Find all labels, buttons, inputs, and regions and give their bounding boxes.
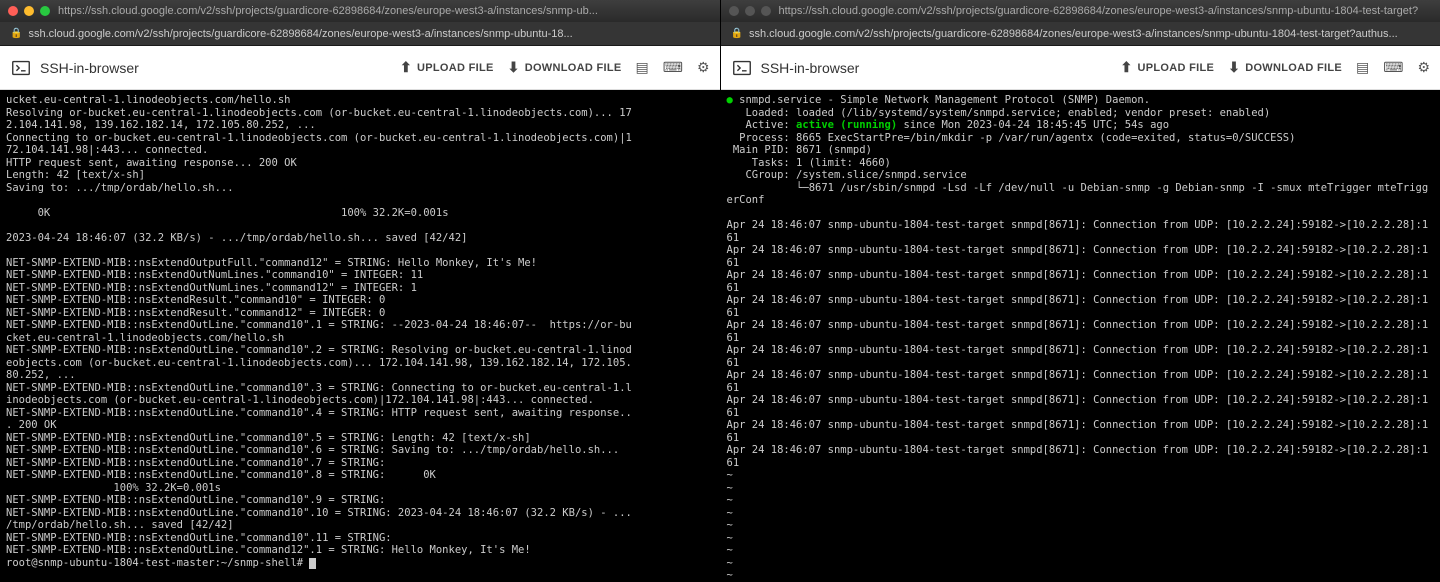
active-status: active (running) [796, 119, 897, 131]
download-icon: ⬇ [1228, 59, 1240, 76]
terminal-window-left: https://ssh.cloud.google.com/v2/ssh/proj… [0, 0, 721, 582]
upload-file-button-left[interactable]: ⬆ UPLOAD FILE [400, 59, 494, 76]
cursor-icon [309, 558, 316, 569]
download-file-button-right[interactable]: ⬇ DOWNLOAD FILE [1228, 59, 1342, 76]
close-icon[interactable] [729, 6, 739, 16]
titlebar-left: https://ssh.cloud.google.com/v2/ssh/proj… [0, 0, 720, 22]
upload-icon: ⬆ [400, 59, 412, 76]
ssh-brand-label-right: SSH-in-browser [761, 60, 860, 76]
download-icon: ⬇ [508, 59, 520, 76]
shell-icon [10, 57, 32, 79]
gear-icon[interactable]: ⚙ [1417, 59, 1430, 76]
addrbar-right[interactable]: 🔒 ssh.cloud.google.com/v2/ssh/projects/g… [721, 22, 1440, 46]
upload-label-right: UPLOAD FILE [1138, 62, 1215, 74]
download-label-left: DOWNLOAD FILE [525, 62, 622, 74]
window-controls-right[interactable] [729, 6, 771, 16]
lock-icon: 🔒 [731, 28, 743, 39]
addrbar-left[interactable]: 🔒 ssh.cloud.google.com/v2/ssh/projects/g… [0, 22, 720, 46]
lock-icon: 🔒 [10, 28, 22, 39]
window-controls-left[interactable] [8, 6, 50, 16]
download-label-right: DOWNLOAD FILE [1245, 62, 1342, 74]
terminal-output-left: ucket.eu-central-1.linodeobjects.com/hel… [6, 94, 632, 556]
close-icon[interactable] [8, 6, 18, 16]
gear-icon[interactable]: ⚙ [697, 59, 710, 76]
upload-icon: ⬆ [1121, 59, 1133, 76]
minimize-icon[interactable] [745, 6, 755, 16]
keyboard-icon[interactable]: ⌨ [663, 59, 683, 76]
terminal-prompt-left: root@snmp-ubuntu-1804-test-master:~/snmp… [6, 557, 309, 569]
terminal-right[interactable]: ● snmpd.service - Simple Network Managem… [721, 90, 1440, 582]
toolbar-left: SSH-in-browser ⬆ UPLOAD FILE ⬇ DOWNLOAD … [0, 46, 720, 90]
terminal-left[interactable]: ucket.eu-central-1.linodeobjects.com/hel… [0, 90, 720, 582]
minimize-icon[interactable] [24, 6, 34, 16]
address-text-right: ssh.cloud.google.com/v2/ssh/projects/gua… [749, 28, 1430, 40]
window-title-right: https://ssh.cloud.google.com/v2/ssh/proj… [779, 5, 1433, 17]
maximize-icon[interactable] [761, 6, 771, 16]
upload-file-button-right[interactable]: ⬆ UPLOAD FILE [1121, 59, 1215, 76]
upload-label-left: UPLOAD FILE [417, 62, 494, 74]
titlebar-right: https://ssh.cloud.google.com/v2/ssh/proj… [721, 0, 1440, 22]
keyboard-icon[interactable]: ⌨ [1383, 59, 1403, 76]
ssh-brand-right: SSH-in-browser [731, 57, 1121, 79]
toolbar-right: SSH-in-browser ⬆ UPLOAD FILE ⬇ DOWNLOAD … [721, 46, 1440, 90]
shell-icon [731, 57, 753, 79]
feedback-icon[interactable]: ▤ [1356, 59, 1369, 76]
download-file-button-left[interactable]: ⬇ DOWNLOAD FILE [508, 59, 622, 76]
feedback-icon[interactable]: ▤ [635, 59, 648, 76]
maximize-icon[interactable] [40, 6, 50, 16]
ssh-brand-label-left: SSH-in-browser [40, 60, 139, 76]
ssh-brand-left: SSH-in-browser [10, 57, 400, 79]
address-text-left: ssh.cloud.google.com/v2/ssh/projects/gua… [28, 28, 709, 40]
service-status-dot: ● [727, 94, 733, 106]
window-title-left: https://ssh.cloud.google.com/v2/ssh/proj… [58, 5, 712, 17]
terminal-window-right: https://ssh.cloud.google.com/v2/ssh/proj… [721, 0, 1440, 582]
